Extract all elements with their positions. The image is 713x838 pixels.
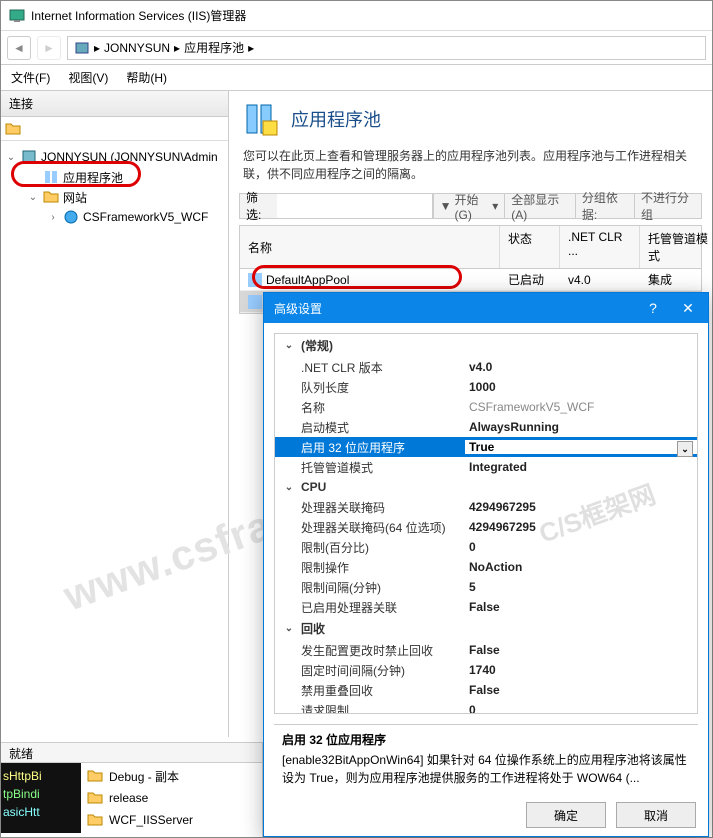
- server-node-icon: [21, 149, 37, 165]
- status-text: 就绪: [1, 743, 262, 763]
- page-title: 应用程序池: [291, 106, 381, 132]
- list-item[interactable]: WCF_IISServer: [81, 809, 262, 831]
- breadcrumb-server[interactable]: JONNYSUN: [104, 41, 170, 55]
- breadcrumb-page[interactable]: 应用程序池: [184, 39, 244, 56]
- server-icon: [74, 40, 90, 56]
- breadcrumb[interactable]: ▸ JONNYSUN ▸ 应用程序池 ▸: [67, 36, 706, 60]
- prop-row[interactable]: 请求限制0: [275, 700, 697, 714]
- folder-icon: [87, 790, 103, 806]
- group-by-label: 分组依据:: [575, 194, 634, 218]
- filter-input[interactable]: [277, 194, 433, 218]
- col-clr[interactable]: .NET CLR ...: [560, 226, 640, 268]
- group-general[interactable]: ⌄(常规): [275, 334, 697, 357]
- advanced-settings-dialog: 高级设置 ? ✕ C/S框架网 ⌄(常规) .NET CLR 版本v4.0 队列…: [263, 292, 709, 837]
- show-all-button[interactable]: 全部显示(A): [504, 194, 575, 218]
- filter-bar: 筛选: ▼ 开始(G) ▾ 全部显示(A) 分组依据: 不进行分组: [239, 193, 702, 219]
- property-description: 启用 32 位应用程序 [enable32BitAppOnWin64] 如果针对…: [274, 724, 698, 794]
- prop-row[interactable]: 限制(百分比)0: [275, 537, 697, 557]
- ok-button[interactable]: 确定: [526, 802, 606, 828]
- nav-forward-button: ►: [37, 36, 61, 60]
- go-button[interactable]: ▼ 开始(G) ▾: [433, 194, 505, 218]
- prop-row[interactable]: 名称CSFrameworkV5_WCF: [275, 397, 697, 417]
- menu-view[interactable]: 视图(V): [68, 69, 108, 86]
- prop-row-selected[interactable]: 启用 32 位应用程序True⌄: [275, 437, 697, 457]
- app-pool-big-icon: [243, 101, 279, 137]
- sidebar: 连接 ⌄ JONNYSUN (JONNYSUN\Admin 应用程序池 ⌄ 网站 ›…: [1, 91, 229, 737]
- file-list: Debug - 副本 release WCF_IISServer: [81, 763, 262, 833]
- prop-row[interactable]: 限制间隔(分钟)5: [275, 577, 697, 597]
- window-title: Internet Information Services (IIS)管理器: [31, 7, 246, 24]
- terminal-snippet: sHttpBi tpBindi asicHtt: [1, 763, 81, 833]
- connections-tree: ⌄ JONNYSUN (JONNYSUN\Admin 应用程序池 ⌄ 网站 › CSF…: [1, 141, 228, 737]
- sidebar-toolbar: [1, 117, 228, 141]
- bottom-panel: 就绪 sHttpBi tpBindi asicHtt Debug - 副本 re…: [1, 742, 263, 837]
- cancel-button[interactable]: 取消: [616, 802, 696, 828]
- pool-icon: [248, 273, 262, 287]
- desc-title: 启用 32 位应用程序: [282, 731, 690, 749]
- navbar: ◄ ► ▸ JONNYSUN ▸ 应用程序池 ▸: [1, 31, 712, 65]
- col-status[interactable]: 状态: [500, 226, 560, 268]
- dropdown-icon[interactable]: ⌄: [677, 441, 693, 457]
- col-pipe[interactable]: 托管管道模式: [640, 226, 712, 268]
- group-cpu[interactable]: ⌄CPU: [275, 477, 697, 497]
- grid-row[interactable]: DefaultAppPool 已启动 v4.0 集成: [240, 269, 701, 291]
- page-description: 您可以在此页上查看和管理服务器上的应用程序池列表。应用程序池与工作进程相关联，供…: [229, 147, 712, 193]
- nav-back-button[interactable]: ◄: [7, 36, 31, 60]
- tree-sites[interactable]: 网站: [63, 189, 87, 206]
- prop-row[interactable]: 队列长度1000: [275, 377, 697, 397]
- tree-toggle[interactable]: ⌄: [5, 152, 17, 163]
- folder-icon: [87, 768, 103, 784]
- sites-icon: [43, 189, 59, 205]
- tree-site1[interactable]: CSFrameworkV5_WCF: [83, 210, 208, 224]
- dialog-titlebar[interactable]: 高级设置 ? ✕: [264, 293, 708, 323]
- tree-server[interactable]: JONNYSUN (JONNYSUN\Admin: [41, 150, 218, 164]
- menu-file[interactable]: 文件(F): [11, 69, 50, 86]
- prop-row[interactable]: 已启用处理器关联False: [275, 597, 697, 617]
- dialog-title: 高级设置: [274, 300, 638, 317]
- menu-help[interactable]: 帮助(H): [126, 69, 167, 86]
- prop-row[interactable]: 发生配置更改时禁止回收False: [275, 640, 697, 660]
- tree-app-pools[interactable]: 应用程序池: [63, 169, 123, 186]
- tree-toggle[interactable]: ⌄: [27, 192, 39, 203]
- prop-row[interactable]: 禁用重叠回收False: [275, 680, 697, 700]
- prop-row[interactable]: 托管管道模式Integrated: [275, 457, 697, 477]
- app-pools-icon: [43, 169, 59, 185]
- menubar: 文件(F) 视图(V) 帮助(H): [1, 65, 712, 91]
- property-grid: C/S框架网 ⌄(常规) .NET CLR 版本v4.0 队列长度1000 名称…: [274, 333, 698, 714]
- pool-icon: [248, 295, 262, 309]
- folder-icon: [87, 812, 103, 828]
- titlebar: Internet Information Services (IIS)管理器: [1, 1, 712, 31]
- help-icon[interactable]: ?: [638, 300, 668, 316]
- folder-icon[interactable]: [5, 121, 21, 137]
- close-icon[interactable]: ✕: [668, 293, 708, 323]
- grid-headers: 名称 状态 .NET CLR ... 托管管道模式: [239, 225, 702, 268]
- iis-icon: [9, 8, 25, 24]
- prop-row[interactable]: 固定时间间隔(分钟)1740: [275, 660, 697, 680]
- globe-icon: [63, 209, 79, 225]
- prop-row[interactable]: 限制操作NoAction: [275, 557, 697, 577]
- list-item[interactable]: release: [81, 787, 262, 809]
- list-item[interactable]: Debug - 副本: [81, 765, 262, 787]
- filter-label: 筛选:: [240, 189, 277, 223]
- group-by-select[interactable]: 不进行分组: [634, 194, 701, 218]
- prop-row[interactable]: .NET CLR 版本v4.0: [275, 357, 697, 377]
- connections-header: 连接: [1, 91, 228, 117]
- prop-row[interactable]: 启动模式AlwaysRunning: [275, 417, 697, 437]
- tree-toggle[interactable]: ›: [47, 212, 59, 223]
- group-recycle[interactable]: ⌄回收: [275, 617, 697, 640]
- prop-row[interactable]: 处理器关联掩码(64 位选项)4294967295: [275, 517, 697, 537]
- desc-text: [enable32BitAppOnWin64] 如果针对 64 位操作系统上的应…: [282, 751, 690, 787]
- col-name[interactable]: 名称: [240, 226, 500, 268]
- prop-row[interactable]: 处理器关联掩码4294967295: [275, 497, 697, 517]
